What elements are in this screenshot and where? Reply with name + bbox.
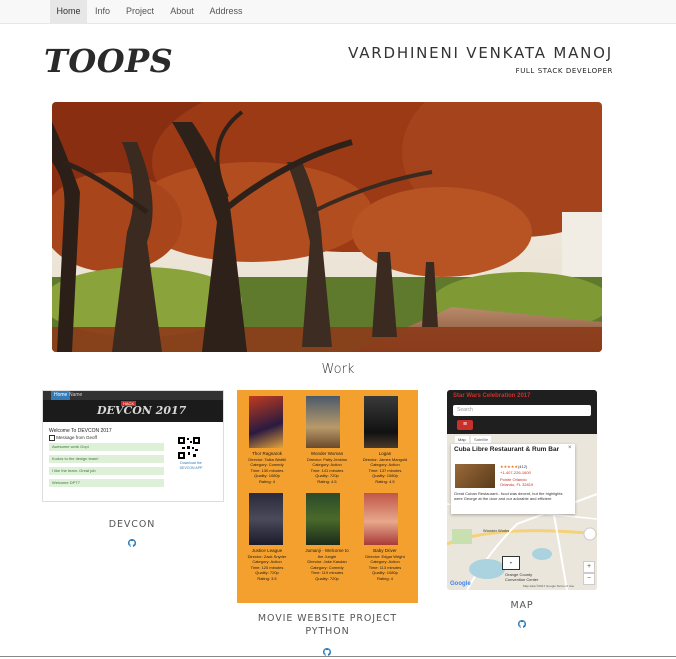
work-section-title: Work <box>321 362 355 377</box>
map-preview[interactable]: Star Wars Celebration 2017 Search ≡ Map … <box>447 390 597 590</box>
map-tab-map[interactable]: Map <box>455 436 469 443</box>
movie-preview[interactable]: Thor Ragnarok Director: Taika Waititi Ca… <box>237 390 418 603</box>
nav-info[interactable]: Info <box>88 0 117 23</box>
devcon-checkbox-label: Message from Geoff <box>56 435 97 441</box>
movie-info: Thor Ragnarok Director: Taika Waititi Ca… <box>237 451 297 484</box>
bottom-divider <box>0 656 676 657</box>
devcon-tab-name: Name <box>69 392 83 398</box>
movie-rating: Rating: 4 <box>376 575 393 581</box>
hero-image <box>52 102 602 352</box>
devcon-banner-text: DEVCON 2017 <box>97 404 187 417</box>
place-address-2: Orlando, FL 32819 <box>500 482 534 487</box>
map-caption[interactable]: MAP <box>447 599 597 612</box>
devcon-banner: DEVCON 2017 HACK <box>43 400 223 422</box>
movie-rating: Quality: 720p <box>315 575 339 581</box>
devcon-row: Awesome work Gopi <box>49 443 164 451</box>
map-info-window: Cuba Libre Restaurant & Rum Bar × ★★★★★(… <box>451 444 575 514</box>
place-phone[interactable]: +1-407-226-1600 <box>500 470 531 475</box>
movie-info: Justice League Director: Zack Snyder Cat… <box>237 548 297 581</box>
github-icon[interactable] <box>128 539 136 547</box>
movie-poster <box>306 396 340 448</box>
rating-count: (412) <box>517 464 528 469</box>
movie-poster <box>249 396 283 448</box>
map-footer: Map data ©2017 Google Terms of Use <box>523 584 575 588</box>
movie-poster <box>249 493 283 545</box>
movie-poster <box>306 493 340 545</box>
devcon-checkbox-row: Message from Geoff <box>49 435 97 441</box>
movie-rating: Rating: 4 <box>258 478 275 484</box>
top-navbar: Home Info Project About Address <box>0 0 676 24</box>
github-icon[interactable] <box>323 648 331 656</box>
poi-label: Orange County Convention Center <box>505 572 539 582</box>
devcon-tab-home: Home <box>51 391 71 400</box>
devcon-row: Kudos to the design team! <box>49 455 164 463</box>
movie-rating: Rating: 3.5 <box>257 575 277 581</box>
devcon-row: Welcome DPT7 <box>49 479 164 487</box>
devcon-caption[interactable]: DEVCON <box>42 518 222 531</box>
close-icon[interactable]: × <box>568 445 572 451</box>
google-logo: Google <box>450 581 471 587</box>
nav-project[interactable]: Project <box>119 0 161 23</box>
movie-caption[interactable]: MOVIE WEBSITE PROJECT PYTHON <box>237 612 418 638</box>
qr-code-icon <box>178 437 200 459</box>
devcon-welcome: Welcome To DEVCON 2017 <box>49 428 112 434</box>
nav-address[interactable]: Address <box>203 0 249 23</box>
owner-name: VARDHINENI VENKATA MANOJ <box>348 44 613 62</box>
owner-role: FULL STACK DEVELOPER <box>515 67 613 75</box>
devcon-preview[interactable]: Home Name DEVCON 2017 HACK Welcome To DE… <box>42 390 224 502</box>
movie-poster <box>364 493 398 545</box>
nav-home[interactable]: Home <box>50 0 87 23</box>
movie-info: Baby Driver Director: Edgar Wright Categ… <box>355 548 415 581</box>
map-header: Star Wars Celebration 2017 Search ≡ <box>447 390 597 434</box>
movie-rating: Rating: 4.5 <box>317 478 337 484</box>
movie-info: Wonder Woman Director: Patty Jenkins Cat… <box>297 451 357 484</box>
devcon-qr-caption: Download the DEVCON APP <box>179 461 203 470</box>
map-search-input[interactable]: Search <box>453 405 591 416</box>
menu-icon[interactable]: ≡ <box>457 420 473 430</box>
movie-poster <box>364 396 398 448</box>
zoom-in-icon[interactable]: + <box>583 561 595 573</box>
devcon-row: I like the team. Great job <box>49 467 164 475</box>
poi-label: Wonder Works <box>483 528 510 533</box>
place-photo <box>455 464 495 488</box>
movie-title: Jumanji - Welcome to <box>305 548 349 553</box>
zoom-out-icon[interactable]: − <box>583 573 595 585</box>
movie-info: Jumanji - Welcome to the Jungle Director… <box>297 548 357 581</box>
devcon-badge: HACK <box>121 401 137 406</box>
movie-rating: Rating: 4.5 <box>375 478 395 484</box>
star-wars-marker-icon[interactable]: ✦ <box>502 556 520 570</box>
devcon-checkbox <box>49 435 55 441</box>
star-rating-icon: ★★★★★(412) <box>500 464 528 469</box>
movie-info: Logan Director: James Mangold Category: … <box>355 451 415 484</box>
devcon-topbar: Home Name <box>43 391 223 400</box>
place-name: Cuba Libre Restaurant & Rum Bar <box>454 446 560 453</box>
nav-about[interactable]: About <box>164 0 200 23</box>
github-icon[interactable] <box>518 620 526 628</box>
map-title: Star Wars Celebration 2017 <box>453 393 531 399</box>
brand-logo[interactable]: TOOPS <box>44 42 173 80</box>
place-review: Great Cuban Restaurant.. food was decent… <box>454 491 563 501</box>
map-tab-satellite[interactable]: Satellite <box>471 436 492 443</box>
